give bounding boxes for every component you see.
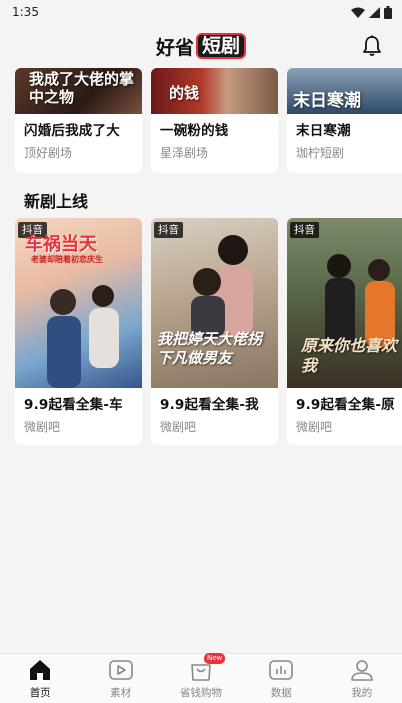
drama-studio: 微剧吧 [296, 420, 333, 434]
signal-icon [369, 6, 380, 18]
home-icon [30, 660, 51, 680]
drama-studio: 星泽剧场 [160, 146, 209, 160]
poster-figures [191, 235, 253, 338]
drama-title: 9.9起看全集-原 [296, 397, 395, 413]
wifi-icon [351, 7, 365, 18]
bell-icon[interactable] [360, 34, 384, 58]
user-icon [350, 660, 373, 681]
tab-materials[interactable]: 素材 [86, 657, 156, 700]
drama-card[interactable]: 抖音 原来你也喜欢我 9.9起看全集-原 微剧吧 [287, 218, 402, 445]
tab-label: 省钱购物 [179, 687, 222, 699]
app-logo: 好省 短剧 [155, 33, 247, 60]
new-badge: New [203, 653, 226, 664]
drama-row-top: 我成了大佬的掌中之物 闪婚后我成了大 顶好剧场 的钱 一碗粉的钱 星泽剧场 末日… [15, 68, 402, 173]
drama-poster: 抖音 车祸当天 老婆却陪着初恋庆生 [15, 218, 142, 388]
tab-label: 我的 [351, 687, 373, 699]
drama-studio: 微剧吧 [160, 420, 197, 434]
tab-profile[interactable]: 我的 [327, 657, 397, 700]
drama-poster: 末日寒潮 [287, 68, 402, 114]
poster-text: 末日寒潮 [293, 91, 361, 111]
video-icon [108, 660, 133, 680]
status-icons [351, 5, 392, 19]
poster-subtext: 老婆却陪着初恋庆生 [31, 255, 103, 264]
platform-tag: 抖音 [290, 222, 319, 238]
brand-left: 好省 [155, 36, 194, 59]
drama-studio: 顶好剧场 [24, 146, 73, 160]
poster-text: 的钱 [169, 84, 200, 102]
poster-figures [325, 254, 395, 348]
status-bar: 1:35 [0, 0, 402, 24]
drama-card[interactable]: 末日寒潮 末日寒潮 珈柠短剧 [287, 68, 402, 173]
status-time: 1:35 [12, 5, 39, 19]
drama-card[interactable]: 我成了大佬的掌中之物 闪婚后我成了大 顶好剧场 [15, 68, 142, 173]
drama-title: 9.9起看全集-车 [24, 397, 123, 413]
drama-studio: 珈柠短剧 [296, 146, 345, 160]
battery-icon [384, 5, 392, 19]
drama-title: 闪婚后我成了大 [24, 123, 120, 139]
poster-text: 我把婷天大佬拐下凡做男友 [157, 330, 263, 367]
drama-card[interactable]: 抖音 车祸当天 老婆却陪着初恋庆生 9.9起看全集-车 微剧吧 [15, 218, 142, 445]
drama-row-new: 抖音 车祸当天 老婆却陪着初恋庆生 9.9起看全集-车 微剧吧 抖音 我把婷天大… [15, 218, 402, 445]
brand-right: 短剧 [196, 33, 247, 59]
poster-text: 原来你也喜欢我 [301, 336, 398, 375]
poster-figures [47, 285, 119, 388]
poster-text: 我成了大佬的掌中之物 [29, 70, 135, 106]
tab-label: 数据 [270, 687, 292, 699]
tab-shopping[interactable]: New 省钱购物 [166, 653, 236, 700]
section-title: 新剧上线 [24, 192, 89, 211]
tab-label: 素材 [110, 687, 132, 699]
drama-poster: 抖音 原来你也喜欢我 [287, 218, 402, 388]
drama-poster: 抖音 我把婷天大佬拐下凡做男友 [151, 218, 278, 388]
scroll-content[interactable]: 我成了大佬的掌中之物 闪婚后我成了大 顶好剧场 的钱 一碗粉的钱 星泽剧场 末日… [0, 68, 402, 653]
app-header: 好省 短剧 [0, 24, 402, 68]
drama-title: 一碗粉的钱 [160, 123, 229, 139]
drama-title: 末日寒潮 [296, 123, 351, 139]
drama-studio: 微剧吧 [24, 420, 61, 434]
tab-data[interactable]: 数据 [246, 657, 316, 700]
drama-card[interactable]: 抖音 我把婷天大佬拐下凡做男友 9.9起看全集-我 微剧吧 [151, 218, 278, 445]
tab-home[interactable]: 首页 [5, 657, 75, 700]
chart-icon [269, 660, 294, 680]
drama-title: 9.9起看全集-我 [160, 397, 259, 413]
bottom-tab-bar: 首页 素材 New 省钱购物 数据 我的 [0, 653, 402, 703]
tab-label: 首页 [29, 687, 51, 699]
drama-card[interactable]: 的钱 一碗粉的钱 星泽剧场 [151, 68, 278, 173]
poster-text: 车祸当天 [25, 234, 97, 255]
drama-poster: 我成了大佬的掌中之物 [15, 68, 142, 114]
drama-poster: 的钱 [151, 68, 278, 114]
